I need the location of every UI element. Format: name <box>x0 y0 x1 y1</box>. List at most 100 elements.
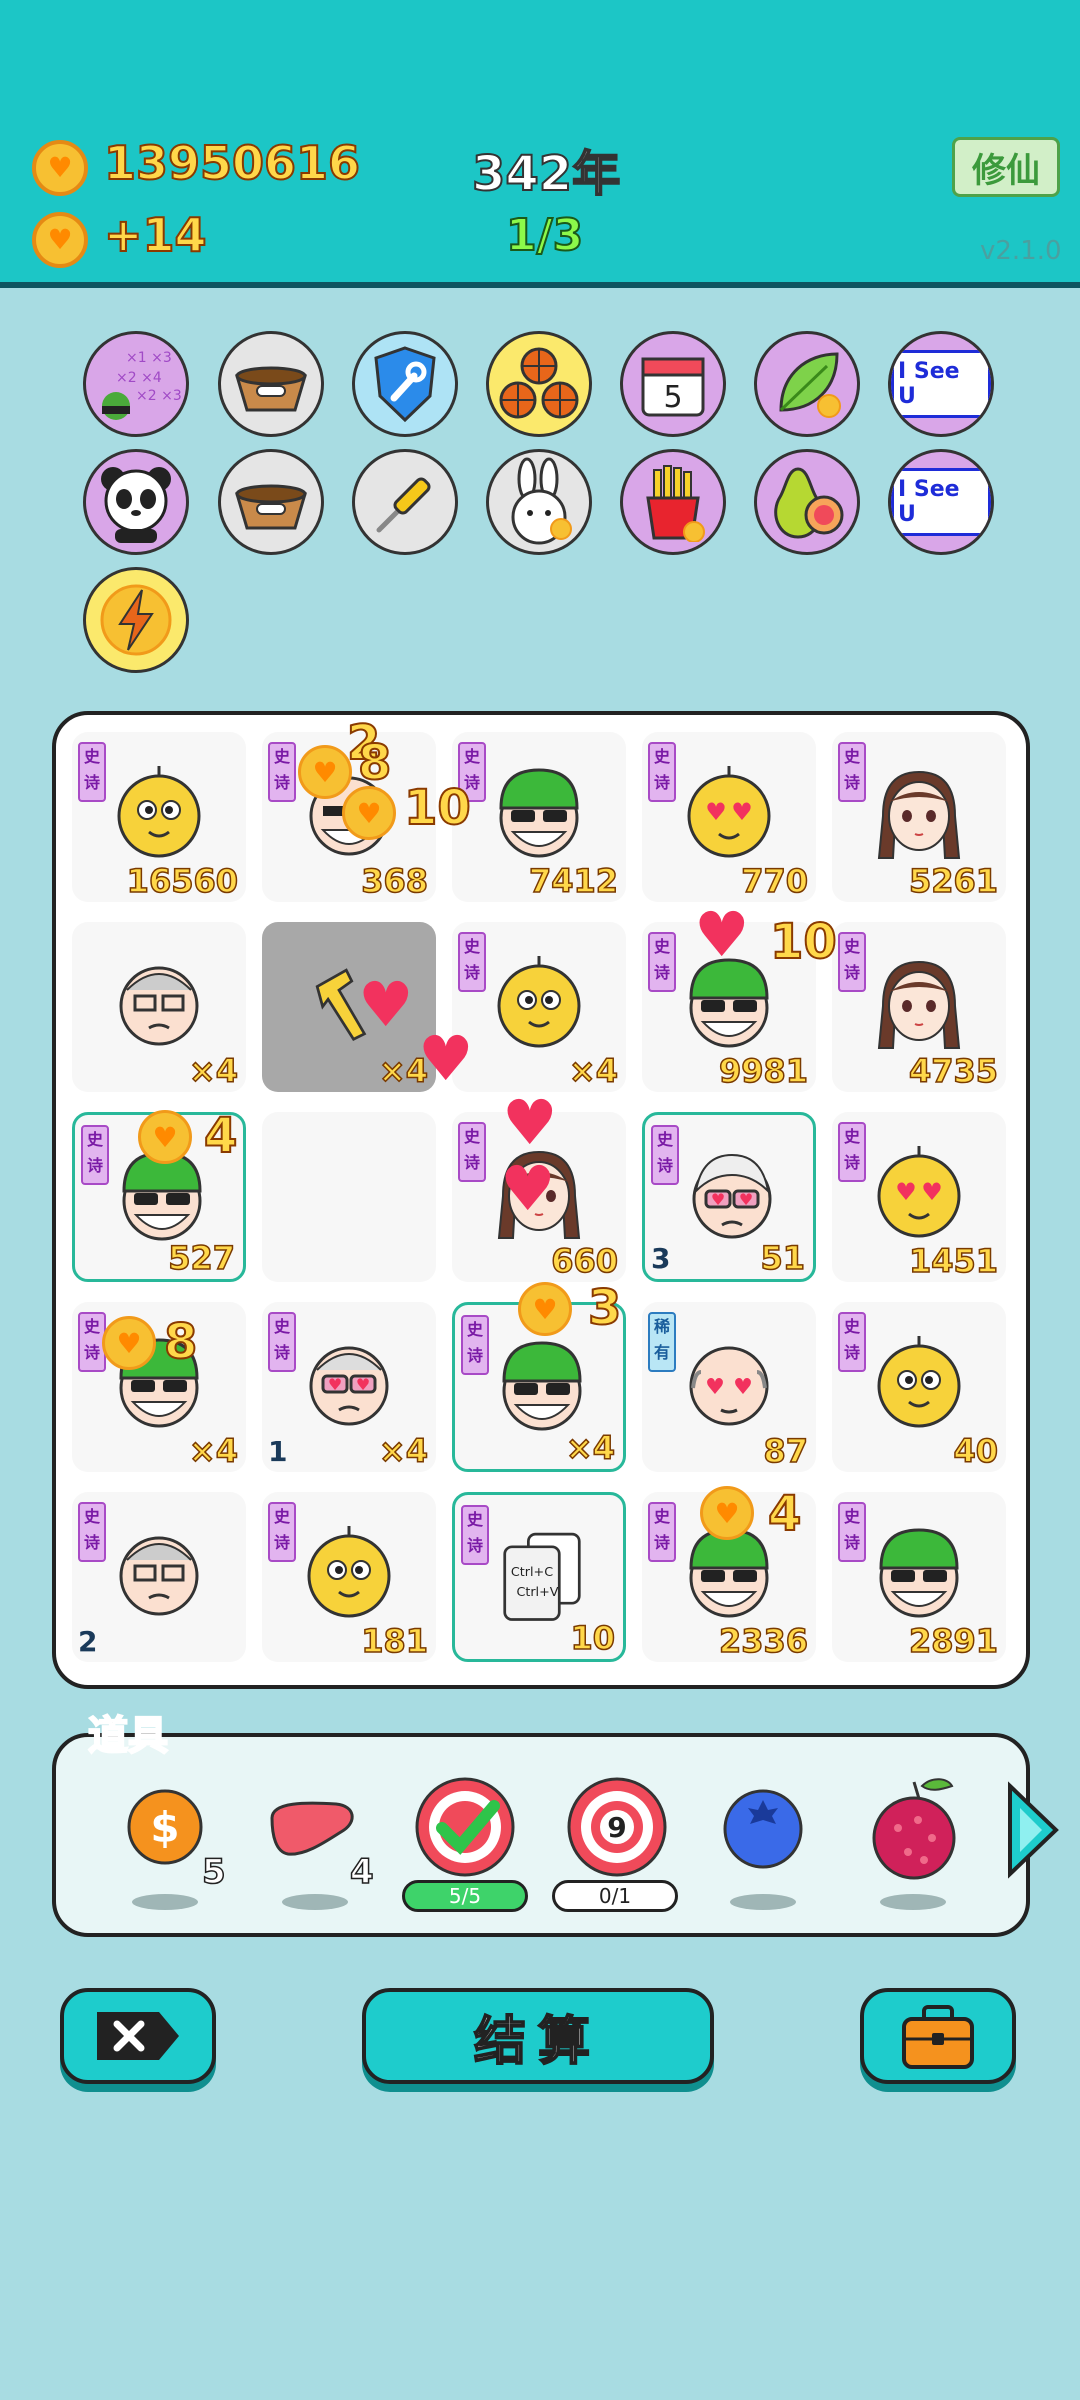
svg-text:♥: ♥ <box>895 1178 917 1206</box>
floating-coin-icon: ♥ <box>102 1316 156 1370</box>
dollar-coin-icon[interactable]: $ <box>124 1786 206 1872</box>
close-icon <box>97 2012 179 2060</box>
cell-value: 7412 <box>528 861 619 901</box>
cell-level: 2 <box>78 1625 98 1658</box>
svg-text:♥: ♥ <box>711 1190 725 1209</box>
math-pet-icon[interactable]: ×1 ×3 ×2 ×4 ×2 ×3 <box>83 331 189 437</box>
settle-button[interactable]: 结算 <box>362 1988 714 2084</box>
dog-food-bowl-icon[interactable] <box>218 331 324 437</box>
board-cell[interactable]: 史诗 2 <box>72 1492 246 1662</box>
yellow-face-icon <box>299 1522 399 1622</box>
coin-total: 13950616 <box>103 135 361 191</box>
i-see-u-icon[interactable]: I See U <box>888 449 994 555</box>
svg-text:♥: ♥ <box>733 1375 753 1400</box>
pear-icon[interactable] <box>754 449 860 555</box>
cell-value: 4735 <box>908 1051 999 1091</box>
iseeu-label: I See U <box>891 350 991 418</box>
rarity-tag: 史诗 <box>461 1505 489 1565</box>
leaf-icon[interactable] <box>754 331 860 437</box>
svg-text:♥: ♥ <box>328 1375 342 1394</box>
cell-level: 3 <box>651 1242 671 1275</box>
svg-text:×2 ×3: ×2 ×3 <box>136 388 182 404</box>
board-cell[interactable]: 史诗 5261 <box>832 732 1006 902</box>
board-cell[interactable]: 史诗 40 <box>832 1302 1006 1472</box>
cell-value: ×4 <box>378 1431 429 1471</box>
svg-text:♥: ♥ <box>739 1190 753 1209</box>
i-see-u-icon[interactable]: I See U <box>888 331 994 437</box>
dog-food-bowl-icon[interactable] <box>218 449 324 555</box>
quit-button[interactable] <box>60 1988 216 2084</box>
cell-value: 40 <box>953 1431 999 1471</box>
board-cell[interactable]: 史诗 ×4 <box>452 922 626 1092</box>
board-cell[interactable]: 史诗 ♥ ♥ ×4 1 <box>262 1302 436 1472</box>
rarity-tag: 史诗 <box>268 1312 296 1372</box>
panda-icon[interactable] <box>83 449 189 555</box>
lightning-icon[interactable] <box>83 567 189 673</box>
cell-value: 181 <box>360 1621 428 1661</box>
fries-icon[interactable] <box>620 449 726 555</box>
grandpa-glasses-face-icon <box>109 952 209 1052</box>
board-cell[interactable]: 史诗 ♥ ♥ 1451 <box>832 1112 1006 1282</box>
cell-value: 2336 <box>718 1621 809 1661</box>
rarity-tag: 史诗 <box>78 742 106 802</box>
cell-value: 10 <box>570 1618 616 1658</box>
screwdriver-icon[interactable] <box>352 449 458 555</box>
wrench-shield-icon[interactable] <box>352 331 458 437</box>
board-cell[interactable]: 史诗 16560 <box>72 732 246 902</box>
rarity-tag: 史诗 <box>838 1502 866 1562</box>
grandpa-love-face-icon: ♥ ♥ <box>299 1332 399 1432</box>
floating-coin-icon: ♥ <box>518 1282 572 1336</box>
year-counter: 342年 <box>471 145 621 203</box>
cell-value: 87 <box>763 1431 809 1471</box>
floating-coin-icon: ♥ <box>138 1110 192 1164</box>
floating-coin-icon: ♥ <box>298 745 352 799</box>
float-value: 4 <box>767 1485 802 1543</box>
yellow-love-face-icon: ♥ ♥ <box>869 1142 969 1242</box>
stage-progress: 1/3 <box>505 209 584 262</box>
target-check-icon[interactable] <box>414 1776 516 1882</box>
lychee-icon[interactable] <box>868 1772 960 1886</box>
rarity-tag: 稀有 <box>648 1312 676 1372</box>
xiuxian-button[interactable]: 修仙 <box>952 137 1060 197</box>
coin-icon: ♥ <box>32 212 88 268</box>
board-cell[interactable]: 史诗 7412 <box>452 732 626 902</box>
board-cell[interactable]: 稀有 ♥ ♥ 87 <box>642 1302 816 1472</box>
liver-icon[interactable] <box>266 1796 360 1862</box>
svg-text:♥: ♥ <box>705 798 727 826</box>
rarity-tag: 史诗 <box>268 742 296 802</box>
board-cell[interactable]: 史诗 ♥ ♥ 770 <box>642 732 816 902</box>
board-cell[interactable]: 史诗 2891 <box>832 1492 1006 1662</box>
yellow-face-icon <box>869 1332 969 1432</box>
backpack-button[interactable] <box>860 1988 1016 2084</box>
board-cell[interactable]: 史诗 Ctrl+C Ctrl+V 10 <box>452 1492 626 1662</box>
board-cell[interactable]: 史诗 181 <box>262 1492 436 1662</box>
ctrl-cv-face-icon: Ctrl+C Ctrl+V <box>492 1525 592 1625</box>
board-cell[interactable]: 史诗 ×4 <box>72 1302 246 1472</box>
rarity-tag: 史诗 <box>838 1122 866 1182</box>
target-nine-icon[interactable]: 9 <box>566 1776 668 1882</box>
cell-value: 2891 <box>908 1621 999 1661</box>
cell-value: 770 <box>740 861 808 901</box>
girl-face-icon <box>869 952 969 1052</box>
briefcase-icon <box>902 2005 974 2069</box>
coin-income: +14 <box>103 207 208 263</box>
rabbit-icon[interactable] <box>486 449 592 555</box>
prop-shadow <box>880 1894 946 1910</box>
basketballs-icon[interactable] <box>486 331 592 437</box>
svg-text:♥: ♥ <box>705 1375 725 1400</box>
heart-icon: ♥ <box>694 898 750 971</box>
board-cell[interactable]: ×4 <box>72 922 246 1092</box>
calendar-icon[interactable]: 5 <box>620 331 726 437</box>
board-cell[interactable]: 史诗 4735 <box>832 922 1006 1092</box>
green-hat-face-icon <box>489 762 589 862</box>
float-value: 8 <box>163 1313 198 1371</box>
board-cell[interactable] <box>262 1112 436 1282</box>
blueberry-icon[interactable] <box>720 1786 806 1876</box>
yellow-love-face-icon: ♥ ♥ <box>679 762 779 862</box>
board-cell[interactable]: 史诗 ♥ ♥ 51 3 <box>642 1112 816 1282</box>
rarity-tag: 史诗 <box>648 932 676 992</box>
heart-icon: ♥ <box>358 968 414 1041</box>
rarity-tag: 史诗 <box>268 1502 296 1562</box>
svg-text:♥: ♥ <box>921 1178 943 1206</box>
scroll-right-arrow-icon[interactable] <box>1002 1780 1062 1884</box>
